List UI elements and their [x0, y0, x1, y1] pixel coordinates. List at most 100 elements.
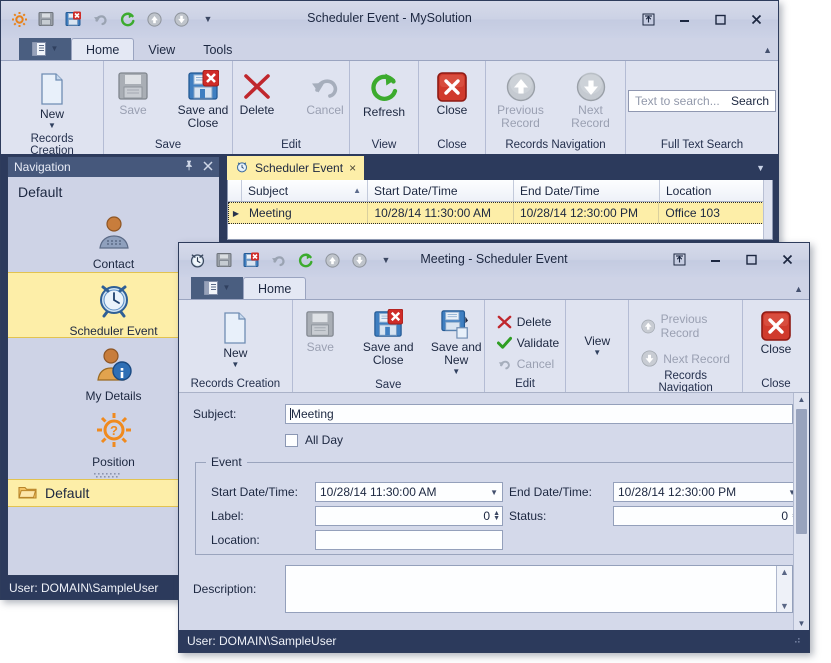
- chevron-down-icon[interactable]: ▼: [490, 488, 498, 497]
- svg-text:?: ?: [110, 423, 118, 438]
- start-datetime-input[interactable]: 10/28/14 11:30:00 AM ▼: [315, 482, 503, 502]
- view-button-label: View: [584, 334, 611, 348]
- close-icon[interactable]: [203, 160, 213, 174]
- grid-header-start-date[interactable]: Start Date/Time: [368, 180, 514, 201]
- new-button-caret-icon[interactable]: ▼: [48, 122, 56, 130]
- view-button-caret-icon[interactable]: ▼: [593, 349, 601, 357]
- search-input-placeholder: Text to search...: [635, 93, 720, 108]
- scrollbar-thumb[interactable]: [796, 409, 807, 534]
- grid-header-location[interactable]: Location: [660, 180, 772, 201]
- subject-input-value: Meeting: [291, 407, 334, 421]
- ribbon-group-label-view: View: [371, 139, 397, 151]
- ribbon-group-view: Refresh View: [350, 61, 419, 154]
- document-tab-close-icon[interactable]: ×: [349, 161, 356, 175]
- my-details-icon: [94, 344, 134, 387]
- start-datetime-label: Start Date/Time:: [211, 485, 298, 499]
- location-row: Location:: [211, 530, 503, 550]
- ribbon-group-label-records-creation: Records Creation: [190, 378, 281, 390]
- close-button[interactable]: [769, 247, 805, 271]
- dialog-status-bar-text: User: DOMAIN\SampleUser: [187, 634, 337, 648]
- close-record-button[interactable]: Close: [743, 309, 809, 358]
- event-groupbox-title: Event: [206, 455, 247, 469]
- form-vertical-scrollbar[interactable]: ▲ ▼: [793, 393, 809, 630]
- location-input[interactable]: [315, 530, 503, 550]
- save-button: Save: [100, 68, 166, 119]
- navigation-panel-header: Navigation: [8, 157, 219, 177]
- application-menu-button[interactable]: ▼: [191, 277, 243, 299]
- scroll-down-icon[interactable]: ▼: [780, 600, 789, 612]
- dialog-ribbon: ▲ New ▼ Records Creation Save Save and C…: [179, 284, 809, 394]
- subject-input[interactable]: Meeting: [285, 404, 793, 424]
- new-button-label: New: [39, 107, 64, 121]
- document-tab-scheduler-event[interactable]: Scheduler Event ×: [227, 156, 365, 180]
- grid-vertical-scrollbar[interactable]: [763, 180, 772, 239]
- search-input[interactable]: Text to search... Search: [628, 89, 776, 112]
- search-button[interactable]: Search: [731, 94, 769, 108]
- previous-record-button: Previous Record: [488, 70, 554, 132]
- sidebar-folder-default-label: Default: [45, 485, 90, 501]
- delete-button[interactable]: Delete: [224, 70, 290, 119]
- close-button[interactable]: [738, 7, 774, 31]
- status-field-label: Status:: [509, 509, 547, 523]
- tab-tools[interactable]: Tools: [189, 39, 246, 60]
- maximize-button[interactable]: [702, 7, 738, 31]
- ribbon-collapse-icon[interactable]: ▲: [794, 284, 803, 294]
- ribbon-group-label-full-text-search: Full Text Search: [660, 139, 744, 151]
- grid-header-location-label: Location: [666, 183, 712, 198]
- view-button[interactable]: View ▼: [564, 333, 630, 358]
- resize-grip-icon[interactable]: [791, 635, 801, 647]
- close-record-button[interactable]: Close: [419, 70, 485, 119]
- tab-home[interactable]: Home: [243, 277, 307, 299]
- save-and-new-button[interactable]: Save and New ▼: [423, 307, 489, 377]
- scroll-up-icon[interactable]: ▲: [780, 566, 789, 578]
- restore-up-button[interactable]: [630, 7, 666, 31]
- contact-icon: [94, 212, 134, 255]
- scroll-up-icon[interactable]: ▲: [798, 393, 806, 406]
- description-scrollbar[interactable]: ▲ ▼: [776, 566, 792, 612]
- records-grid: Subject ▲ Start Date/Time End Date/Time …: [227, 180, 773, 240]
- ribbon-group-label-edit: Edit: [515, 378, 535, 390]
- ribbon-group-label-save: Save: [154, 139, 182, 151]
- grid-header-subject[interactable]: Subject ▲: [242, 180, 368, 201]
- table-row[interactable]: ▶ Meeting 10/28/14 11:30:00 AM 10/28/14 …: [228, 202, 772, 224]
- maximize-button[interactable]: [733, 247, 769, 271]
- main-status-bar-text: User: DOMAIN\SampleUser: [9, 581, 159, 595]
- ribbon-group-close: Close Close: [743, 300, 809, 393]
- scroll-down-icon[interactable]: ▼: [798, 617, 806, 630]
- document-tab-label: Scheduler Event: [255, 161, 344, 175]
- save-and-close-button-label: Save and Close: [362, 340, 414, 367]
- application-menu-button[interactable]: ▼: [19, 38, 71, 60]
- all-day-checkbox[interactable]: [285, 433, 298, 447]
- delete-button[interactable]: Delete: [493, 314, 556, 330]
- ribbon-collapse-icon[interactable]: ▲: [763, 45, 772, 55]
- application-menu-caret-icon: ▼: [50, 44, 59, 53]
- save-and-close-button[interactable]: Save and Close: [355, 307, 421, 369]
- navigation-panel-title: Navigation: [14, 160, 71, 174]
- validate-button[interactable]: Validate: [493, 335, 563, 351]
- tab-home[interactable]: Home: [71, 38, 135, 60]
- save-and-new-caret-icon[interactable]: ▼: [452, 368, 460, 376]
- new-button[interactable]: New ▼: [19, 70, 85, 131]
- validate-button-label: Validate: [516, 335, 560, 350]
- pin-icon[interactable]: [184, 160, 194, 174]
- minimize-button[interactable]: [697, 247, 733, 271]
- sidebar-item-contact-label: Contact: [92, 257, 135, 271]
- grid-header-end-date[interactable]: End Date/Time: [514, 180, 660, 201]
- tab-view[interactable]: View: [134, 39, 189, 60]
- minimize-button[interactable]: [666, 7, 702, 31]
- end-datetime-input[interactable]: 10/28/14 12:30:00 PM ▼: [613, 482, 801, 502]
- refresh-button[interactable]: Refresh: [351, 70, 417, 121]
- document-tabstrip-menu-icon[interactable]: ▼: [756, 163, 765, 173]
- stepper-arrows-icon[interactable]: ▲▼: [493, 510, 500, 522]
- description-label: Description:: [193, 582, 257, 596]
- restore-up-button[interactable]: [661, 247, 697, 271]
- new-button[interactable]: New ▼: [202, 309, 268, 370]
- close-record-button-label: Close: [436, 103, 468, 117]
- dialog-window-buttons: [661, 247, 805, 271]
- previous-record-button: Previous Record: [637, 311, 740, 341]
- sidebar-item-my-details-label: My Details: [85, 389, 142, 403]
- description-input[interactable]: ▲ ▼: [285, 565, 793, 613]
- status-field-stepper[interactable]: 0 ▲▼: [613, 506, 801, 526]
- label-field-stepper[interactable]: 0 ▲ ▼: [315, 506, 503, 526]
- new-button-caret-icon[interactable]: ▼: [231, 361, 239, 369]
